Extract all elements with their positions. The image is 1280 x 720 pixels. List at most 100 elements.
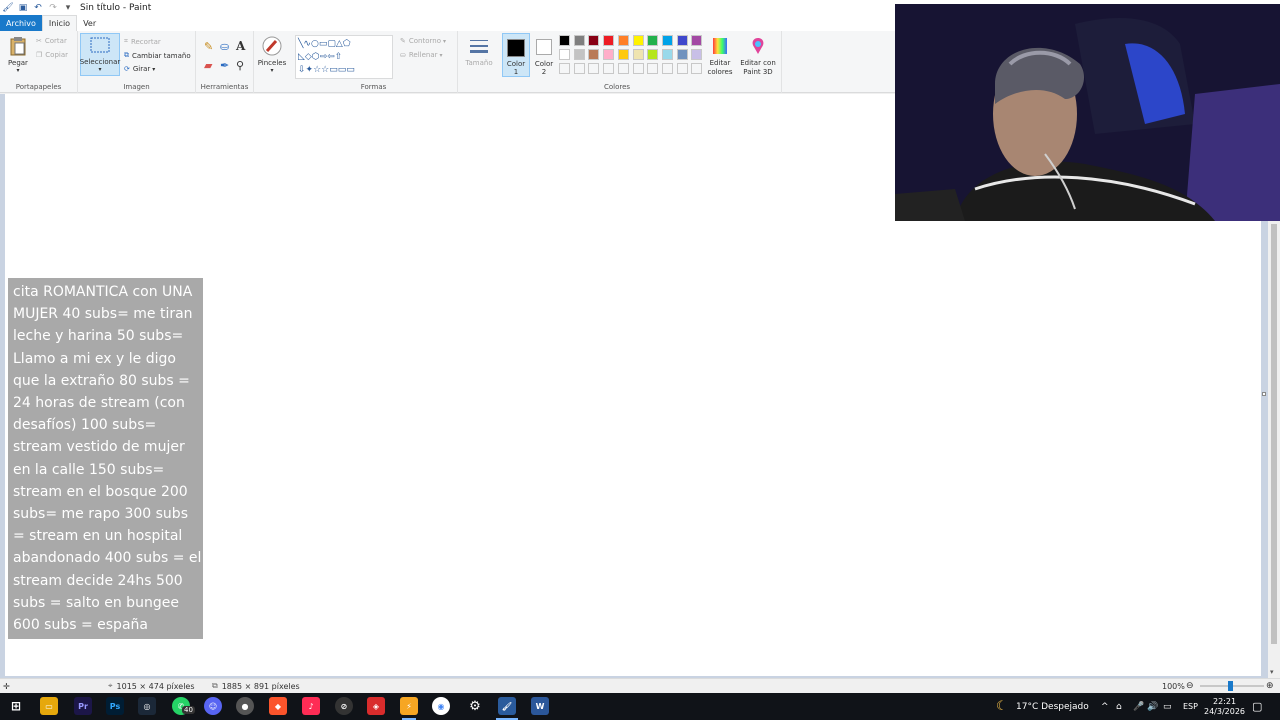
color-swatch[interactable]	[661, 49, 673, 60]
color-swatch[interactable]	[647, 49, 659, 60]
color-swatch[interactable]	[617, 49, 629, 60]
undo-icon[interactable]: ↶	[32, 2, 44, 14]
color-swatch[interactable]	[676, 49, 688, 60]
app-icon[interactable]: ◈	[367, 697, 385, 715]
color-swatch[interactable]	[691, 49, 703, 60]
display-icon[interactable]: ▭	[1163, 693, 1172, 720]
tab-archivo[interactable]: Archivo	[0, 15, 42, 31]
tab-inicio[interactable]: Inicio	[41, 15, 78, 31]
color-swatch[interactable]	[603, 49, 615, 60]
save-icon[interactable]: ▣	[17, 2, 29, 14]
scroll-down-icon[interactable]: ▾	[1270, 668, 1274, 676]
chevron-down-icon[interactable]: ▾	[16, 67, 19, 74]
copy-button[interactable]: ❐ Copiar	[36, 51, 68, 59]
color-swatch[interactable]	[603, 35, 615, 46]
color-swatch[interactable]	[632, 35, 644, 46]
pencil-icon[interactable]: ✎	[204, 40, 213, 53]
text-box[interactable]: cita ROMANTICA con UNA MUJER 40 subs= me…	[8, 278, 203, 639]
custom-color-swatch[interactable]	[676, 63, 688, 74]
outline-label: Contorno	[408, 37, 441, 45]
zoom-out-icon[interactable]: ⊖	[1186, 681, 1194, 691]
color-swatch[interactable]	[588, 35, 600, 46]
shapes-gallery[interactable]: ╲∿○▭▢△⬠ ◺◇⬡⇨⇦⇧ ⇩✦☆☆▭▭▭	[295, 35, 393, 79]
text-icon[interactable]: A	[236, 39, 245, 53]
resize-handle[interactable]	[1262, 392, 1266, 396]
color-swatch[interactable]	[559, 49, 570, 60]
size-label: Tamaño	[465, 59, 493, 67]
custom-color-swatch[interactable]	[603, 63, 615, 74]
color-swatch[interactable]	[573, 35, 585, 46]
speaker-icon[interactable]: 🔊	[1147, 693, 1158, 720]
custom-color-swatch[interactable]	[617, 63, 629, 74]
resize-icon: ⧉	[124, 51, 129, 59]
edit-colors-button[interactable]: Editar colores	[705, 35, 735, 77]
tab-ver[interactable]: Ver	[77, 15, 102, 31]
photoshop-icon[interactable]: Ps	[106, 697, 124, 715]
custom-color-swatch[interactable]	[632, 63, 644, 74]
color-swatch[interactable]	[691, 35, 703, 46]
tiktok-icon[interactable]: ♪	[302, 697, 320, 715]
settings-icon[interactable]: ⚙	[466, 697, 484, 715]
winamp-icon[interactable]: ⚡	[400, 697, 418, 715]
resize-button[interactable]: ⧉ Cambiar tamaño	[124, 51, 191, 60]
color1-button[interactable]: Color 1	[502, 33, 530, 77]
select-button[interactable]: Seleccionar ▾	[80, 33, 120, 76]
custom-color-swatch[interactable]	[588, 63, 600, 74]
color-swatch[interactable]	[617, 35, 629, 46]
obs-icon[interactable]: ●	[236, 697, 254, 715]
eraser-icon[interactable]: ▰	[204, 59, 212, 72]
language-indicator[interactable]: ESP	[1183, 693, 1198, 720]
custom-color-swatch[interactable]	[573, 63, 585, 74]
fill-button[interactable]: ⛀ Rellenar ▾	[400, 51, 443, 59]
zoom-slider-thumb[interactable]	[1228, 681, 1233, 691]
scrollbar-thumb[interactable]	[1271, 224, 1277, 644]
clock[interactable]: 22:21 24/3/2026	[1204, 693, 1245, 720]
weather-label[interactable]: 17°C Despejado	[1016, 693, 1089, 720]
redo-icon[interactable]: ↷	[47, 2, 59, 14]
premiere-icon[interactable]: Pr	[74, 697, 92, 715]
microphone-icon[interactable]: 🎤	[1133, 693, 1144, 720]
network-icon[interactable]: ⌂	[1116, 693, 1122, 720]
color-picker-icon[interactable]: ✒	[220, 59, 229, 72]
zoom-in-icon[interactable]: ⊕	[1266, 681, 1274, 691]
notifications-icon[interactable]: ▢	[1252, 693, 1262, 720]
magnifier-icon[interactable]: ⚲	[236, 59, 244, 72]
file-explorer-icon[interactable]: ▭	[40, 697, 58, 715]
crop-icon: ⌗	[124, 37, 128, 45]
color-swatch[interactable]	[647, 35, 659, 46]
windows-start-icon[interactable]: ⊞	[7, 697, 25, 715]
color-swatch[interactable]	[573, 49, 585, 60]
custom-color-swatch[interactable]	[559, 63, 570, 74]
customize-toolbar-icon[interactable]: ▾	[62, 2, 74, 14]
color2-button[interactable]: Color 2	[531, 33, 557, 77]
outline-button[interactable]: ✎ Contorno ▾	[400, 37, 446, 45]
crop-button[interactable]: ⌗ Recortar	[124, 37, 161, 46]
tools-group-label: Herramientas	[200, 83, 249, 91]
fill-bucket-icon[interactable]: ⛀	[220, 40, 229, 53]
color-swatch[interactable]	[632, 49, 644, 60]
color-swatch[interactable]	[661, 35, 673, 46]
color-swatch[interactable]	[588, 49, 600, 60]
chrome-icon[interactable]: ◉	[432, 697, 450, 715]
paint3d-button[interactable]: Editar con Paint 3D	[737, 35, 779, 77]
paint-app-icon: 🖌	[2, 2, 14, 13]
capcut-icon[interactable]: ⊘	[335, 697, 353, 715]
word-icon[interactable]: W	[531, 697, 549, 715]
rotate-button[interactable]: ⟳ Girar ▾	[124, 65, 155, 73]
color-swatch[interactable]	[559, 35, 570, 46]
color-swatch[interactable]	[676, 35, 688, 46]
brushes-button[interactable]: Pinceles ▾	[256, 35, 288, 74]
custom-color-swatch[interactable]	[691, 63, 703, 74]
brave-icon[interactable]: ◆	[269, 697, 287, 715]
colors-group-label: Colores	[603, 83, 631, 91]
tray-chevron-icon[interactable]: ^	[1101, 693, 1109, 720]
paint-icon[interactable]: 🖌	[498, 697, 516, 715]
cut-button[interactable]: ✂ Cortar	[36, 37, 67, 45]
custom-color-swatch[interactable]	[647, 63, 659, 74]
discord-icon[interactable]: ☺	[204, 697, 222, 715]
size-button[interactable]: Tamaño	[462, 35, 496, 67]
custom-color-swatch[interactable]	[661, 63, 673, 74]
chevron-down-icon: ▾	[442, 37, 446, 45]
steam-icon[interactable]: ◎	[138, 697, 156, 715]
paste-button[interactable]: Pegar ▾	[4, 35, 32, 74]
